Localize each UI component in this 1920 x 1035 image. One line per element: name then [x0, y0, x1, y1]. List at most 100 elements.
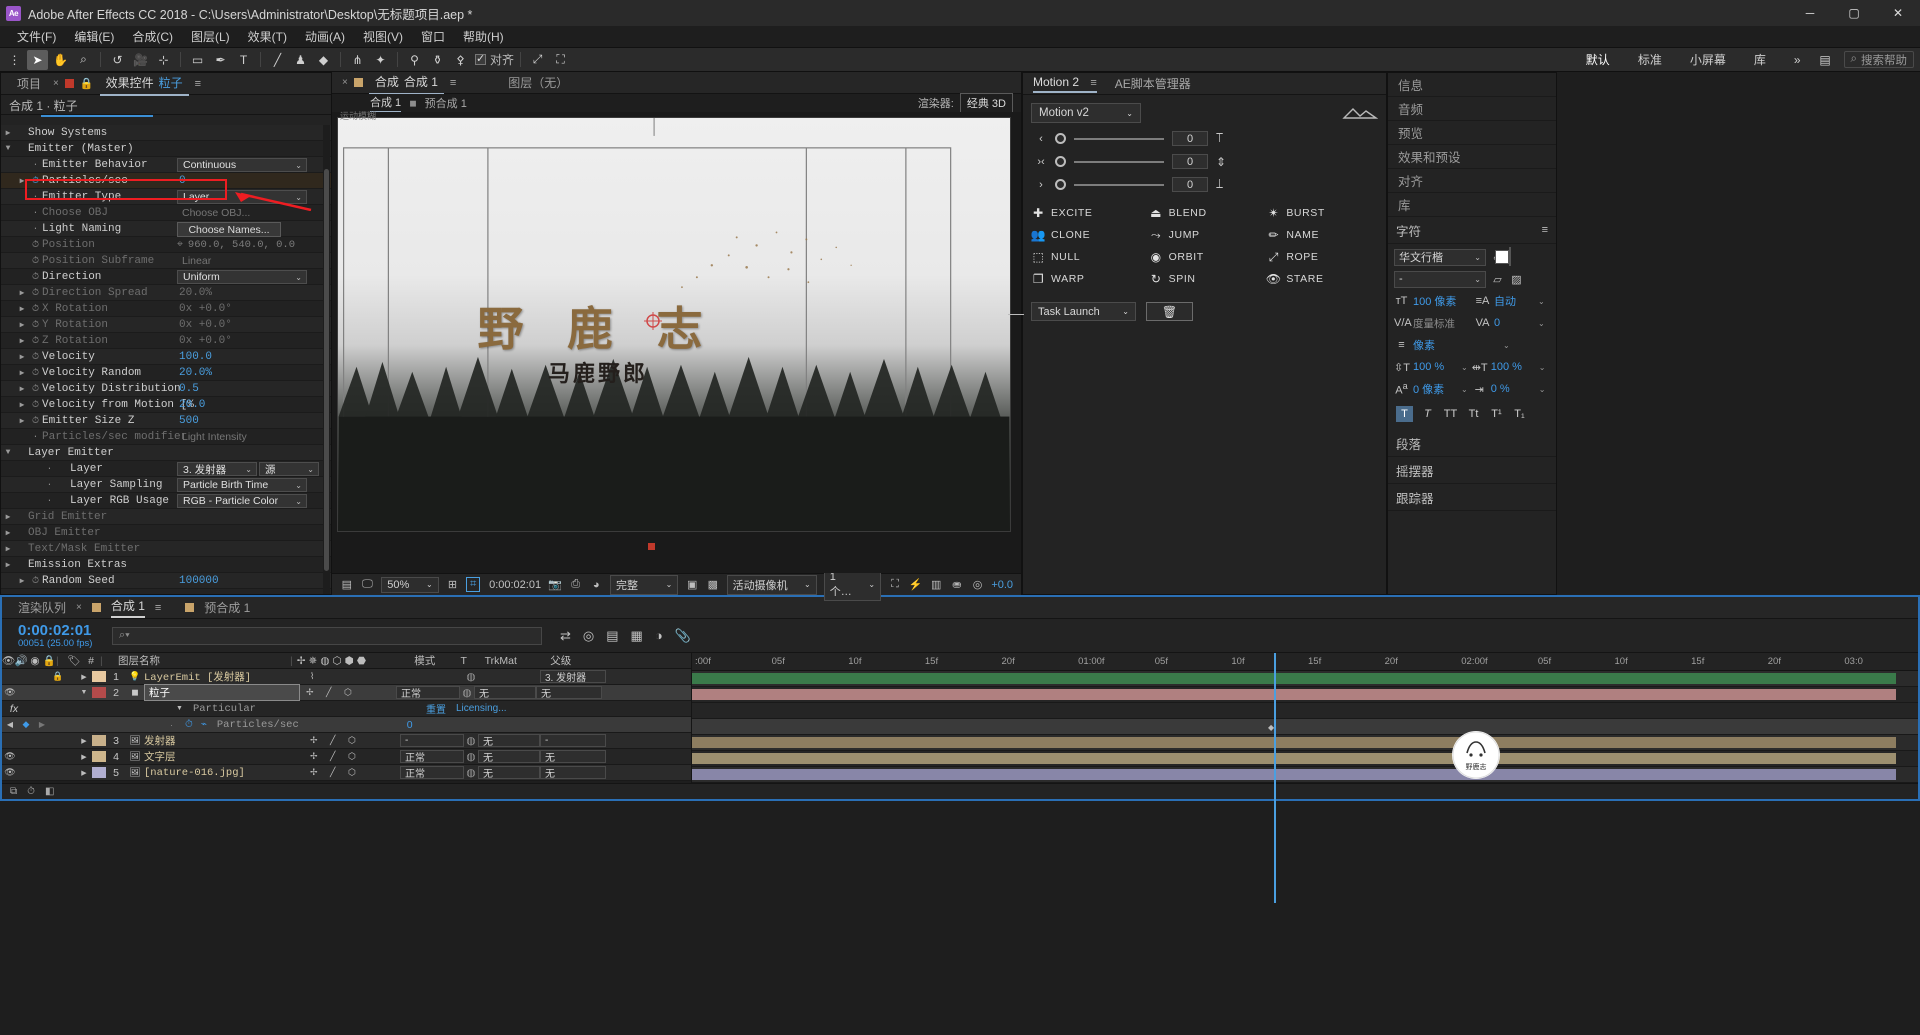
slider-row-center[interactable]: ›‹ 0 ⇕: [1031, 154, 1378, 169]
composition-viewer-stage[interactable]: 运动模糊: [332, 112, 1021, 573]
disclosure-triangle[interactable]: ▶: [15, 304, 29, 314]
stopwatch-icon[interactable]: ·: [29, 192, 42, 202]
stopwatch-icon[interactable]: ⏱: [185, 719, 193, 730]
trkmat-cell[interactable]: 无: [478, 766, 540, 779]
keyframe-diamond-icon[interactable]: ◆: [18, 719, 34, 730]
fill-none-icon[interactable]: ▱: [1490, 273, 1505, 286]
disclosure-triangle[interactable]: ▶: [1, 512, 15, 522]
select-control[interactable]: 无: [478, 734, 540, 747]
effect-row-direction-spread[interactable]: ▶⏱Direction Spread20.0%: [1, 285, 331, 301]
stopwatch-icon[interactable]: ·: [43, 464, 56, 474]
motion2-menu-icon[interactable]: ≡: [1090, 77, 1096, 89]
effect-row-emission-extras[interactable]: ▶Emission Extras: [1, 557, 331, 573]
slider-left-value[interactable]: 0: [1172, 131, 1208, 146]
mode-cell[interactable]: 正常: [400, 766, 464, 779]
tab-close-icon[interactable]: ×: [53, 78, 59, 89]
select-control[interactable]: 正常: [400, 750, 464, 763]
motion-button-excite[interactable]: ✚EXCITE: [1031, 206, 1143, 220]
menu-item-animation[interactable]: 动画(A): [296, 26, 354, 47]
disclosure-triangle[interactable]: ▼: [1, 448, 15, 457]
select-control[interactable]: -: [400, 734, 464, 747]
workspace-default[interactable]: 默认: [1572, 48, 1624, 71]
mode-cell[interactable]: -: [400, 734, 464, 747]
graph-editor-icon[interactable]: ⌁: [201, 719, 207, 730]
anchor-bottom-icon[interactable]: ⟘: [1216, 177, 1223, 192]
parent-cell[interactable]: 无: [540, 750, 606, 763]
grid-guides-icon[interactable]: ⊞: [446, 577, 460, 592]
rail-item-info[interactable]: 信息: [1388, 73, 1556, 97]
puppet-starch-icon[interactable]: ⚲: [404, 50, 425, 70]
tab-project[interactable]: 项目: [11, 72, 47, 95]
disclosure-triangle[interactable]: ▼: [1, 144, 15, 153]
effect-row-particles-sec-modifier[interactable]: ·Particles/sec modifierLight Intensity: [1, 429, 331, 445]
comp-panel-menu-icon[interactable]: ≡: [450, 77, 456, 89]
position-pick-icon[interactable]: ⌖: [177, 239, 183, 251]
property-layer-select[interactable]: 3. 发射器⌄: [177, 462, 257, 476]
effect-row-velocity-from-motion[interactable]: ▶⏱Velocity from Motion [%20.0: [1, 397, 331, 413]
property-select[interactable]: Particle Birth Time⌄: [177, 478, 307, 492]
table-row[interactable]: 👁▶4🖼文字层✢ ╱ ⬡正常◍无无: [2, 749, 691, 765]
effect-row-x-rotation[interactable]: ▶⏱X Rotation0x +0.0°: [1, 301, 331, 317]
parent-cell[interactable]: 无: [536, 686, 602, 699]
tab-motion2[interactable]: Motion 2 ≡: [1033, 75, 1097, 93]
roto-brush-tool-icon[interactable]: ⋔: [347, 50, 368, 70]
timeline-search-input[interactable]: ⌕▾: [112, 627, 542, 645]
region-of-interest-icon[interactable]: ⌗: [466, 577, 480, 592]
trkmat-cell[interactable]: 无: [474, 686, 536, 699]
track-row[interactable]: [692, 767, 1918, 783]
renderer-value-button[interactable]: 经典 3D: [960, 93, 1013, 113]
workspace-library[interactable]: 库: [1740, 48, 1780, 71]
fill-color-swatch[interactable]: [1509, 247, 1511, 266]
timeline-menu-icon[interactable]: ≡: [155, 602, 161, 614]
disclosure-triangle[interactable]: ▶: [15, 336, 29, 346]
stopwatch-icon[interactable]: ⏱: [29, 400, 42, 410]
tab-effect-controls[interactable]: 效果控件 粒子: [100, 71, 189, 96]
disclosure-triangle[interactable]: ▶: [1, 128, 15, 138]
snap-checkbox[interactable]: [475, 54, 486, 65]
monitor-icon[interactable]: 🖵: [361, 577, 375, 592]
stopwatch-icon[interactable]: ⏱: [29, 304, 42, 314]
effect-row-obj-emitter[interactable]: ▶OBJ Emitter: [1, 525, 331, 541]
disclosure-triangle[interactable]: ▶: [15, 368, 29, 378]
vertical-scale-value[interactable]: 100 %: [1413, 361, 1457, 373]
motion-button-spin[interactable]: ↻SPIN: [1149, 272, 1261, 286]
effect-row-text-mask-emitter[interactable]: ▶Text/Mask Emitter: [1, 541, 331, 557]
panel-menu-icon[interactable]: ≡: [195, 78, 201, 90]
motion-button-null[interactable]: ⬚NULL: [1031, 250, 1143, 264]
composition-canvas[interactable]: 运动模糊: [337, 117, 1011, 532]
stroke-none-icon[interactable]: ▨: [1509, 273, 1524, 286]
layer-name[interactable]: 发射器: [144, 733, 304, 748]
trash-icon[interactable]: 🗑: [1146, 302, 1193, 321]
effect-row-show-systems[interactable]: ▶Show Systems: [1, 125, 331, 141]
stopwatch-icon[interactable]: ·: [43, 480, 56, 490]
property-value[interactable]: 0x +0.0°: [179, 319, 232, 331]
pen-tool-icon[interactable]: ✒: [210, 50, 231, 70]
layer-track-bars[interactable]: ◆: [692, 671, 1918, 783]
effect-row-random-seed[interactable]: ▶⏱Random Seed100000: [1, 573, 331, 589]
property-value[interactable]: 20.0%: [179, 367, 212, 379]
select-control[interactable]: 正常: [400, 766, 464, 779]
trkmat-toggle[interactable]: ◍: [464, 735, 478, 747]
kerning-value[interactable]: 度量标准: [1413, 316, 1471, 331]
property-value[interactable]: 100000: [179, 575, 219, 587]
effect-row-emitter-behavior[interactable]: ·Emitter BehaviorContinuous⌄: [1, 157, 331, 173]
effect-license-link[interactable]: Licensing...: [456, 703, 507, 714]
task-launch-select[interactable]: Task Launch ⌄: [1031, 302, 1136, 321]
property-value[interactable]: 500: [179, 415, 199, 427]
font-style-select[interactable]: - ⌄: [1394, 271, 1486, 288]
motion-button-burst[interactable]: ✴BURST: [1266, 206, 1378, 220]
video-toggle[interactable]: 👁: [2, 767, 18, 778]
rail-item-library[interactable]: 库: [1388, 193, 1556, 217]
puppet-advanced-icon[interactable]: ⚴: [450, 50, 471, 70]
baseline-shift-value[interactable]: 0 像素: [1413, 381, 1457, 397]
track-row[interactable]: [692, 687, 1918, 703]
layer-name[interactable]: [nature-016.jpg]: [144, 767, 304, 779]
stopwatch-icon[interactable]: ⏱: [29, 576, 42, 586]
shape-tool-icon[interactable]: ▭: [187, 50, 208, 70]
pixel-aspect-icon[interactable]: ⛶: [888, 577, 902, 592]
help-search-input[interactable]: ⌕ 搜索帮助: [1844, 51, 1914, 68]
menu-item-edit[interactable]: 编辑(E): [65, 26, 123, 47]
motion-version-select[interactable]: Motion v2 ⌄: [1031, 103, 1141, 123]
motion-button-blend[interactable]: ⏏BLEND: [1149, 206, 1261, 220]
menu-item-layer[interactable]: 图层(L): [182, 26, 239, 47]
